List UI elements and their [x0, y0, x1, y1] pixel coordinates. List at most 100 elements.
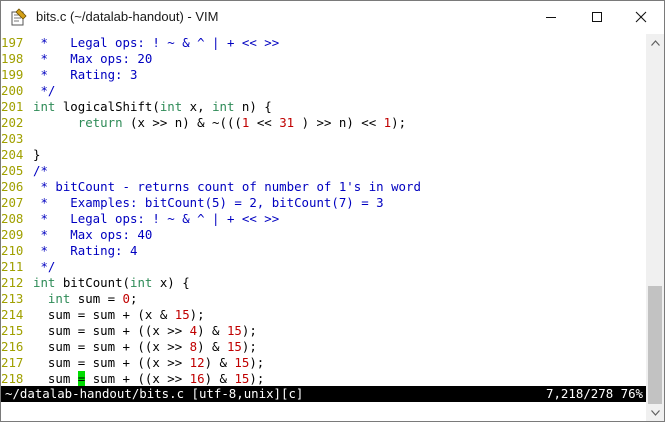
code-token: ; — [130, 291, 138, 306]
code-token: 0 — [122, 291, 130, 306]
code-token: int — [33, 99, 56, 114]
code-token: * Examples: bitCount(5) = 2, bitCount(7)… — [33, 195, 384, 210]
code-line: 215 sum = sum + ((x >> 4) & 15); — [1, 323, 257, 339]
editor-text-area[interactable]: 197 * Legal ops: ! ~ & ^ | + << >> 198 * … — [1, 34, 646, 386]
code-line: 198 * Max ops: 20 — [1, 51, 152, 67]
line-number: 209 — [1, 227, 24, 242]
title-bar[interactable]: bits.c (~/datalab-handout) - VIM — [1, 1, 664, 32]
code-token: int — [130, 275, 153, 290]
code-token: 15 — [174, 307, 190, 322]
code-token: * Legal ops: ! ~ & ^ | + << >> — [33, 35, 280, 50]
code-token: 15 — [226, 339, 242, 354]
code-line: 200 */ — [1, 83, 55, 99]
code-line: 214 sum = sum + (x & 15); — [1, 307, 205, 323]
arrow-down-icon — [650, 409, 660, 416]
line-number: 205 — [1, 163, 24, 178]
minimize-icon — [546, 16, 556, 18]
code-token: ) >> n) << — [294, 115, 384, 130]
code-line: 204} — [1, 147, 40, 163]
code-token: x, — [182, 99, 213, 114]
minimize-button[interactable] — [528, 1, 574, 32]
maximize-button[interactable] — [574, 1, 620, 32]
scroll-up-button[interactable] — [646, 34, 664, 51]
code-token: } — [33, 147, 41, 162]
line-number: 212 — [1, 275, 24, 290]
code-line: 208 * Legal ops: ! ~ & ^ | + << >> — [1, 211, 279, 227]
code-token: ) & — [197, 339, 227, 354]
scroll-down-button[interactable] — [646, 404, 664, 421]
code-token: sum = sum + ((x >> — [33, 355, 190, 370]
code-line: 207 * Examples: bitCount(5) = 2, bitCoun… — [1, 195, 384, 211]
code-line: 210 * Rating: 4 — [1, 243, 137, 259]
code-token: ) & — [204, 355, 235, 370]
line-number: 198 — [1, 51, 24, 66]
code-line: 201 int logicalShift(int x, int n) { — [1, 99, 272, 115]
code-token: * Rating: 3 — [33, 67, 138, 82]
code-token: * bitCount - returns count of number of … — [33, 179, 421, 194]
window-title: bits.c (~/datalab-handout) - VIM — [36, 9, 219, 24]
scroll-thumb[interactable] — [648, 286, 662, 404]
vertical-scrollbar[interactable] — [646, 34, 664, 421]
status-file-info: ~/datalab-handout/bits.c [utf-8,unix][c] — [5, 386, 304, 401]
code-token: * Max ops: 20 — [33, 51, 153, 66]
line-number: 203 — [1, 131, 24, 146]
code-token: 4 — [189, 323, 198, 338]
code-line: 197 * Legal ops: ! ~ & ^ | + << >> — [1, 35, 279, 51]
line-number: 217 — [1, 355, 24, 370]
line-number: 218 — [1, 371, 24, 386]
code-token: return — [77, 115, 123, 130]
line-number: 214 — [1, 307, 24, 322]
line-number: 215 — [1, 323, 24, 338]
code-token: 8 — [189, 339, 198, 354]
code-token: * Legal ops: ! ~ & ^ | + << >> — [33, 211, 280, 226]
code-token: 15 — [234, 355, 250, 370]
code-token: sum = sum + (x & — [33, 307, 175, 322]
close-icon — [635, 11, 647, 22]
code-token: /* — [33, 163, 48, 178]
code-token: int — [47, 291, 71, 306]
code-token: * Rating: 4 — [33, 243, 138, 258]
code-token: x) { — [152, 275, 190, 290]
line-number: 202 — [1, 115, 24, 130]
line-number: 201 — [1, 99, 24, 114]
code-token: bitCount( — [55, 275, 130, 290]
code-line: 218 sum = sum + ((x >> 16) & 15); — [1, 371, 264, 386]
arrow-up-icon — [650, 39, 660, 46]
code-token: */ — [33, 259, 56, 274]
code-token: * Max ops: 40 — [33, 227, 153, 242]
close-button[interactable] — [618, 1, 664, 32]
command-line[interactable] — [1, 402, 646, 421]
scroll-track[interactable] — [646, 51, 664, 404]
code-token: ); — [241, 339, 257, 354]
code-token: int — [212, 99, 235, 114]
code-line: 203 — [1, 131, 33, 147]
line-number: 199 — [1, 67, 24, 82]
code-line: 199 * Rating: 3 — [1, 67, 137, 83]
code-token: sum = sum + ((x >> — [33, 339, 190, 354]
code-token: << — [249, 115, 280, 130]
code-line: 206 * bitCount - returns count of number… — [1, 179, 421, 195]
code-token: sum = sum + ((x >> — [33, 323, 190, 338]
code-token: n) { — [234, 99, 272, 114]
line-number: 197 — [1, 35, 24, 50]
code-token: int — [33, 275, 56, 290]
line-number: 204 — [1, 147, 24, 162]
code-token: ) & — [197, 323, 227, 338]
code-line: 209 * Max ops: 40 — [1, 227, 152, 243]
code-token: int — [159, 99, 183, 114]
status-cursor-position: 7,218/278 76% — [546, 386, 643, 401]
code-token: */ — [33, 83, 56, 98]
code-line: 205 /* — [1, 163, 48, 179]
line-number: 208 — [1, 211, 24, 226]
code-line: 216 sum = sum + ((x >> 8) & 15); — [1, 339, 257, 355]
vim-icon — [11, 7, 27, 25]
line-number: 213 — [1, 291, 24, 306]
line-number: 200 — [1, 83, 24, 98]
code-token: 12 — [189, 355, 205, 370]
line-number: 211 — [1, 259, 24, 274]
code-token: 16 — [189, 371, 205, 386]
line-number: 206 — [1, 179, 24, 194]
code-token: ); — [241, 323, 257, 338]
code-line: 217 sum = sum + ((x >> 12) & 15); — [1, 355, 264, 371]
